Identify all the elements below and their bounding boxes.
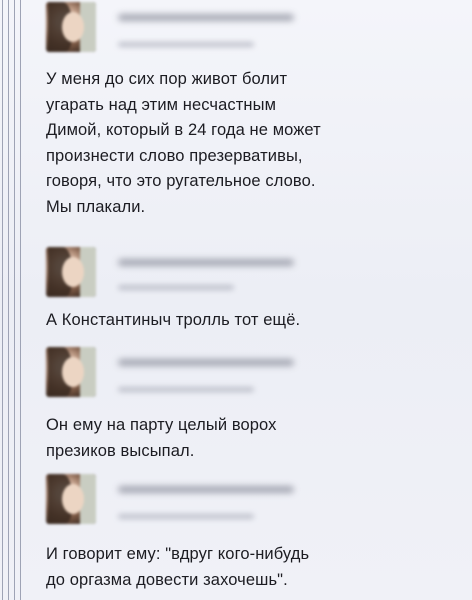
user-avatar[interactable] [46, 2, 96, 52]
comment-text-line: произнести слово презервативы, [46, 146, 303, 165]
author-name-blurred[interactable] [118, 359, 294, 366]
comment-text: Он ему на парту целый ворох презиков выс… [46, 413, 456, 464]
comment-text: У меня до сих пор живот болит угарать на… [46, 67, 456, 220]
thread-indent-lines [0, 0, 30, 600]
comment-text-line: угарать над этим несчастным [46, 95, 277, 114]
user-avatar[interactable] [46, 474, 96, 524]
comment-text-line: Мы плакали. [46, 197, 146, 216]
comment-text-line: У меня до сих пор живот болит [46, 70, 288, 88]
timestamp-blurred [118, 42, 254, 47]
author-name-blurred[interactable] [118, 14, 294, 21]
comment-text: И говорит ему: "вдруг кого-нибудь до орг… [46, 542, 456, 593]
timestamp-blurred [118, 514, 254, 519]
timestamp-blurred [118, 387, 254, 392]
comment-text-line: А Константиныч тролль тот ещё. [46, 311, 301, 329]
comment-text-line: говоря, что это ругательное слово. [46, 172, 316, 190]
user-avatar[interactable] [46, 247, 96, 297]
comment-text-line: до оргазма довести захочешь". [46, 570, 288, 589]
comment-text-line: презиков высыпал. [46, 441, 195, 460]
user-avatar[interactable] [46, 347, 96, 397]
comment-text-line: Он ему на парту целый ворох [46, 416, 277, 434]
comment-text: А Константиныч тролль тот ещё. [46, 308, 456, 334]
comment-thread: У меня до сих пор живот болит угарать на… [0, 0, 472, 600]
author-name-blurred[interactable] [118, 259, 294, 266]
author-name-blurred[interactable] [118, 486, 294, 493]
comment-text-line: Димой, который в 24 года не может [46, 121, 321, 139]
comment-text-line: И говорит ему: "вдруг кого-нибудь [46, 545, 310, 563]
timestamp-blurred [118, 285, 234, 290]
